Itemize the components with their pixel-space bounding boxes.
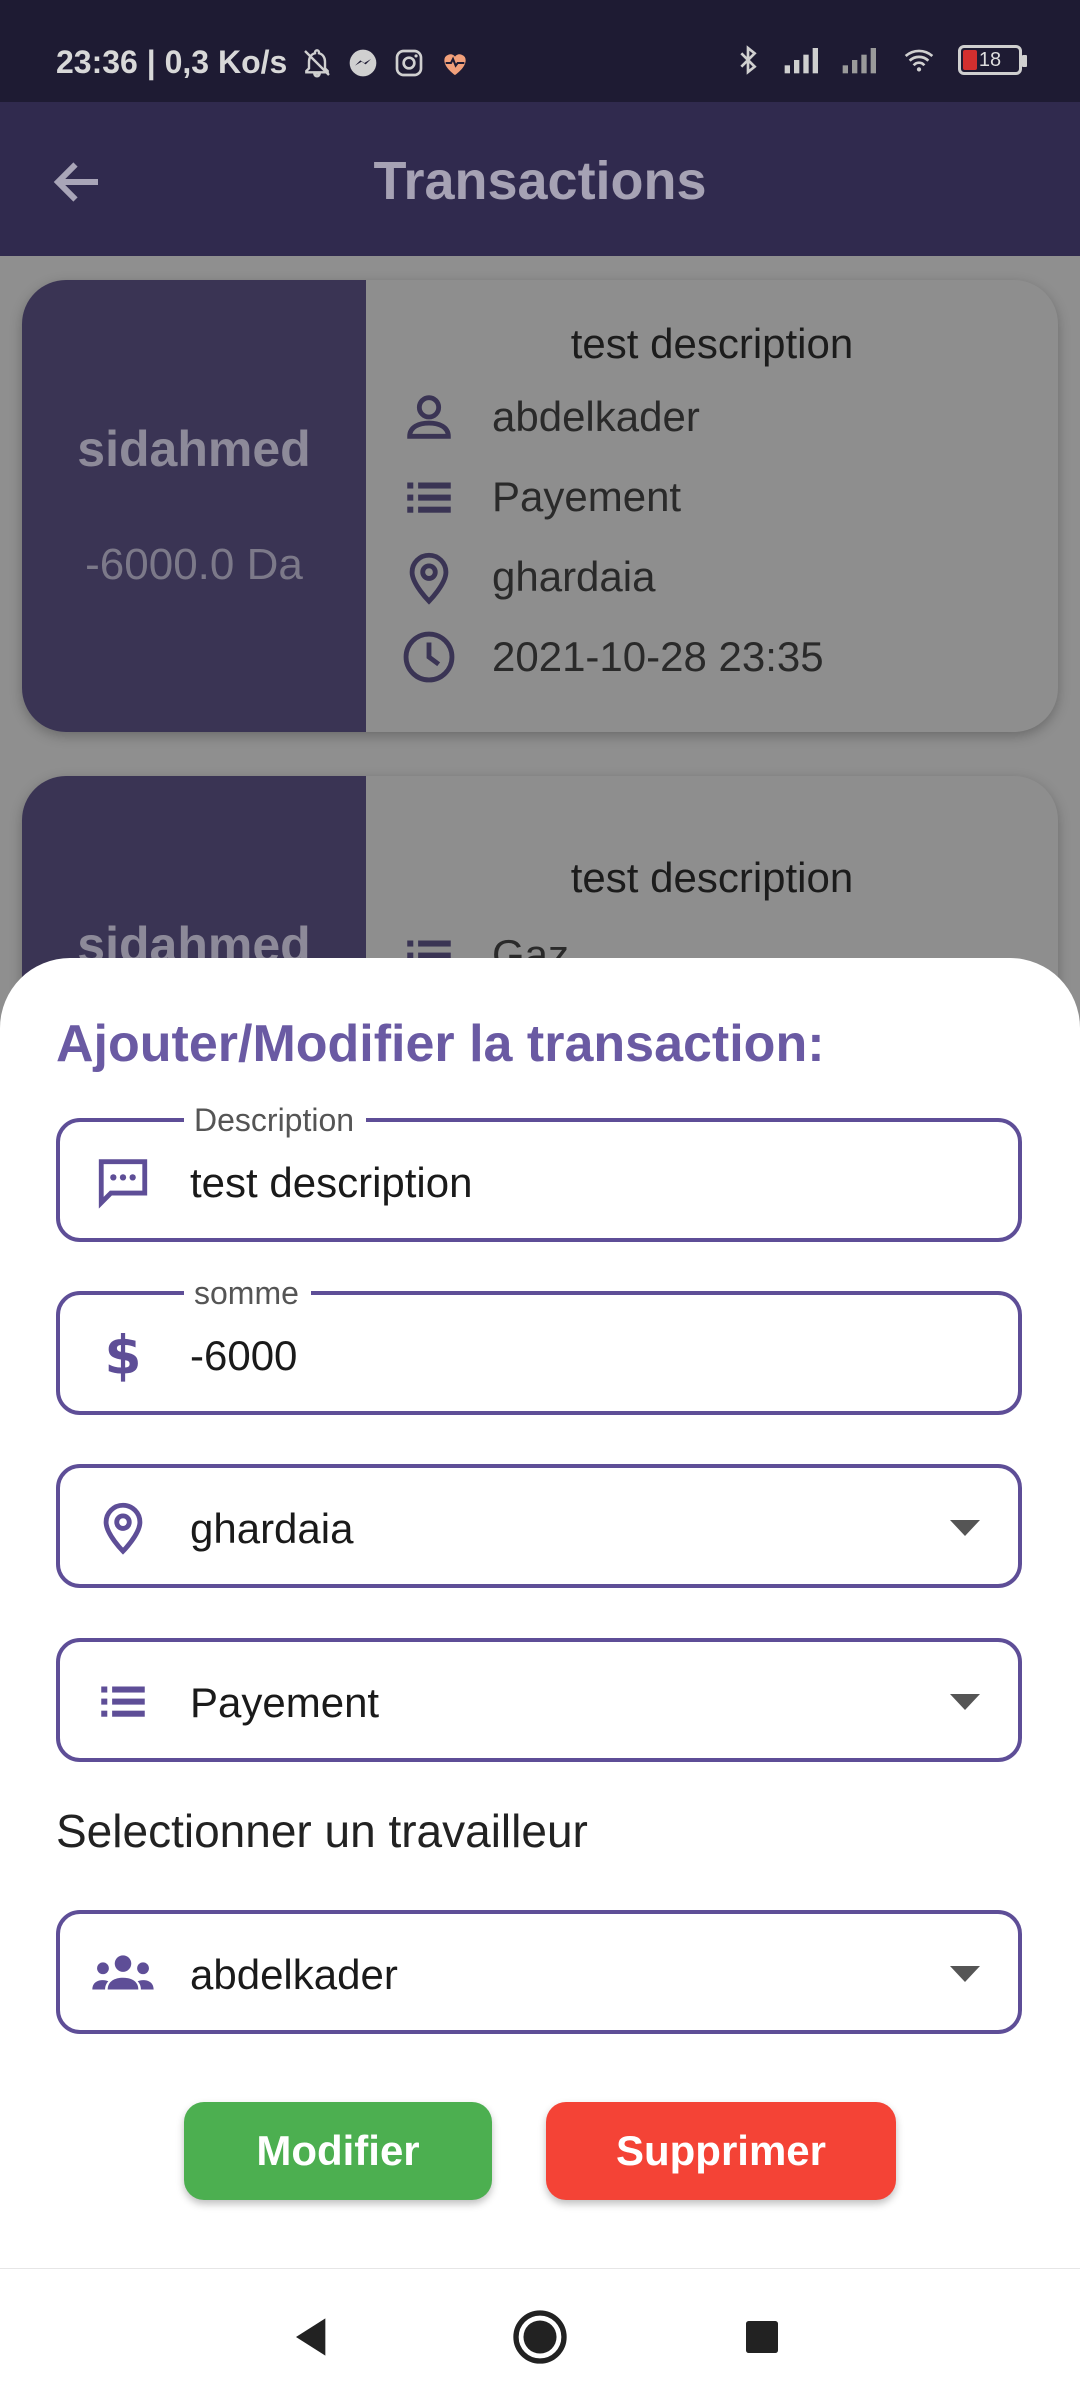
nav-back-icon[interactable] [280,2305,344,2369]
system-nav-bar [0,2268,1080,2401]
location-value: ghardaia [190,1505,354,1552]
list-icon [407,482,451,513]
location-pin-icon [409,552,449,605]
status-time-speed: 23:36 | 0,3 Ko/s [56,44,288,80]
dollar-icon: $ [105,1325,142,1383]
description-label: Description [184,1102,367,1139]
signal-2-icon [842,48,876,74]
worker-value: abdelkader [190,1951,398,1998]
card-category-row: Payement [400,468,681,526]
category-dropdown[interactable]: Payement [56,1638,1022,1762]
category-value: Payement [190,1679,380,1726]
card-description: test description [570,854,854,901]
amount-label: somme [184,1275,311,1312]
card-location-row: ghardaia [400,548,655,606]
messenger-icon [349,49,377,76]
person-icon [407,395,451,439]
signal-icon [784,48,818,74]
card-description: test description [570,320,854,367]
app-bar: Transactions [0,102,1080,256]
card-name: sidahmed [77,421,311,477]
battery-icon: 18 [958,45,1027,75]
transaction-card[interactable]: sidahmed -6000.0 Da test description abd… [22,280,1058,732]
chevron-down-icon[interactable] [950,1694,980,1710]
status-bar: 23:36 | 0,3 Ko/s 18 [0,0,1080,102]
people-icon [92,1955,154,1990]
modify-button[interactable]: Modifier [184,2102,492,2200]
card-left-panel [22,280,366,732]
clock-icon [403,631,455,683]
location-pin-icon [103,1502,143,1555]
nav-recents-icon[interactable] [730,2305,794,2369]
chevron-down-icon[interactable] [950,1966,980,1982]
nav-home-icon[interactable] [508,2305,572,2369]
bluetooth-icon [740,45,757,75]
description-input[interactable]: test description [190,1159,472,1207]
page-title: Transactions [373,151,707,211]
sheet-title: Ajouter/Modifier la transaction: [56,1015,825,1073]
message-icon [98,1159,148,1209]
wifi-icon [904,49,934,72]
card-category: Payement [492,473,682,520]
transaction-edit-sheet: Ajouter/Modifier la transaction: Descrip… [0,958,1080,2400]
battery-level: 18 [978,49,1002,71]
bell-off-icon [304,48,331,78]
card-datetime-row: 2021-10-28 23:35 [400,628,824,686]
worker-section-label: Selectionner un travailleur [56,1805,588,1857]
card-worker-row: abdelkader [400,388,700,446]
card-amount: -6000.0 Da [85,540,303,589]
chevron-down-icon[interactable] [950,1520,980,1536]
delete-button[interactable]: Supprimer [546,2102,896,2200]
amount-field[interactable]: somme $ -6000 [56,1275,1022,1415]
card-location: ghardaia [492,553,656,600]
card-worker: abdelkader [492,393,700,440]
amount-input[interactable]: -6000 [190,1332,297,1380]
card-datetime: 2021-10-28 23:35 [492,633,824,680]
health-heart-icon [444,53,466,75]
list-icon [101,1686,145,1717]
location-dropdown[interactable]: ghardaia [56,1464,1022,1588]
instagram-icon [395,49,423,76]
svg-text:$: $ [105,1325,142,1383]
description-field[interactable]: Description test description [56,1102,1022,1242]
worker-dropdown[interactable]: abdelkader [56,1910,1022,2034]
